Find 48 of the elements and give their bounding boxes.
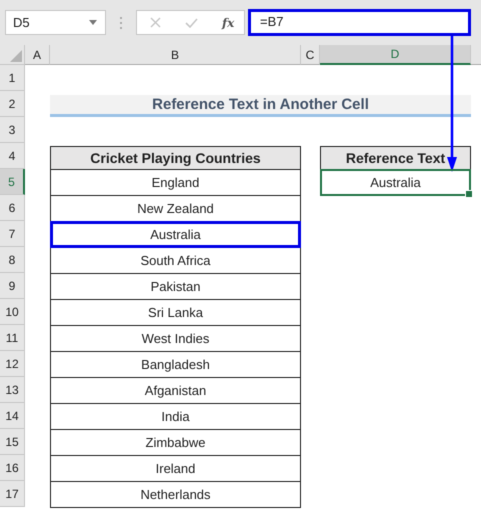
row-header[interactable]: 6 xyxy=(0,195,25,221)
table-cell: Sri Lanka xyxy=(50,299,301,326)
table-cell: Ireland xyxy=(50,455,301,482)
row-header[interactable]: 7 xyxy=(0,221,25,247)
row-header[interactable]: 9 xyxy=(0,273,25,299)
row-header[interactable]: 3 xyxy=(0,117,25,143)
table-cell: Afganistan xyxy=(50,377,301,404)
table-cell: South Africa xyxy=(50,247,301,274)
dropdown-icon[interactable] xyxy=(89,20,97,25)
table-cell: Pakistan xyxy=(50,273,301,300)
row-header[interactable]: 5 xyxy=(0,169,25,195)
table-cell: Netherlands xyxy=(50,481,301,508)
table-cell: Zimbabwe xyxy=(50,429,301,456)
formula-field[interactable]: =B7 xyxy=(248,9,471,36)
row-header[interactable]: 15 xyxy=(0,429,25,455)
row-header[interactable]: 10 xyxy=(0,299,25,325)
column-header[interactable]: A xyxy=(25,45,50,65)
table-cell: Bangladesh xyxy=(50,351,301,378)
grip-icon xyxy=(120,16,123,28)
row-header[interactable]: 12 xyxy=(0,351,25,377)
table-cell: New Zealand xyxy=(50,195,301,222)
row-header[interactable]: 8 xyxy=(0,247,25,273)
column-header[interactable]: C xyxy=(301,45,320,65)
table-header: Cricket Playing Countries xyxy=(50,146,301,170)
row-header[interactable]: 17 xyxy=(0,481,25,507)
column-header[interactable]: D xyxy=(320,45,471,65)
column-header[interactable] xyxy=(471,45,481,65)
table-cell: India xyxy=(50,403,301,430)
table-cell: England xyxy=(50,169,301,196)
table-cell[interactable]: Australia xyxy=(320,169,471,196)
select-all-icon[interactable] xyxy=(10,50,22,62)
row-header[interactable]: 1 xyxy=(0,65,25,91)
column-header[interactable]: B xyxy=(50,45,301,65)
row-header[interactable]: 4 xyxy=(0,143,25,169)
row-header[interactable]: 2 xyxy=(0,91,25,117)
table-cell: West Indies xyxy=(50,325,301,352)
fill-handle[interactable] xyxy=(465,190,473,198)
cancel-icon[interactable] xyxy=(150,17,161,28)
row-header[interactable]: 11 xyxy=(0,325,25,351)
sheet-title: Reference Text in Another Cell xyxy=(50,95,471,117)
table-cell: Australia xyxy=(50,221,301,248)
table-header: Reference Text xyxy=(320,146,471,170)
enter-icon[interactable] xyxy=(185,18,198,28)
row-header[interactable]: 14 xyxy=(0,403,25,429)
name-box[interactable]: D5 xyxy=(5,10,106,35)
row-header[interactable]: 16 xyxy=(0,455,25,481)
row-header[interactable]: 13 xyxy=(0,377,25,403)
insert-function-button[interactable]: fx xyxy=(222,16,234,30)
